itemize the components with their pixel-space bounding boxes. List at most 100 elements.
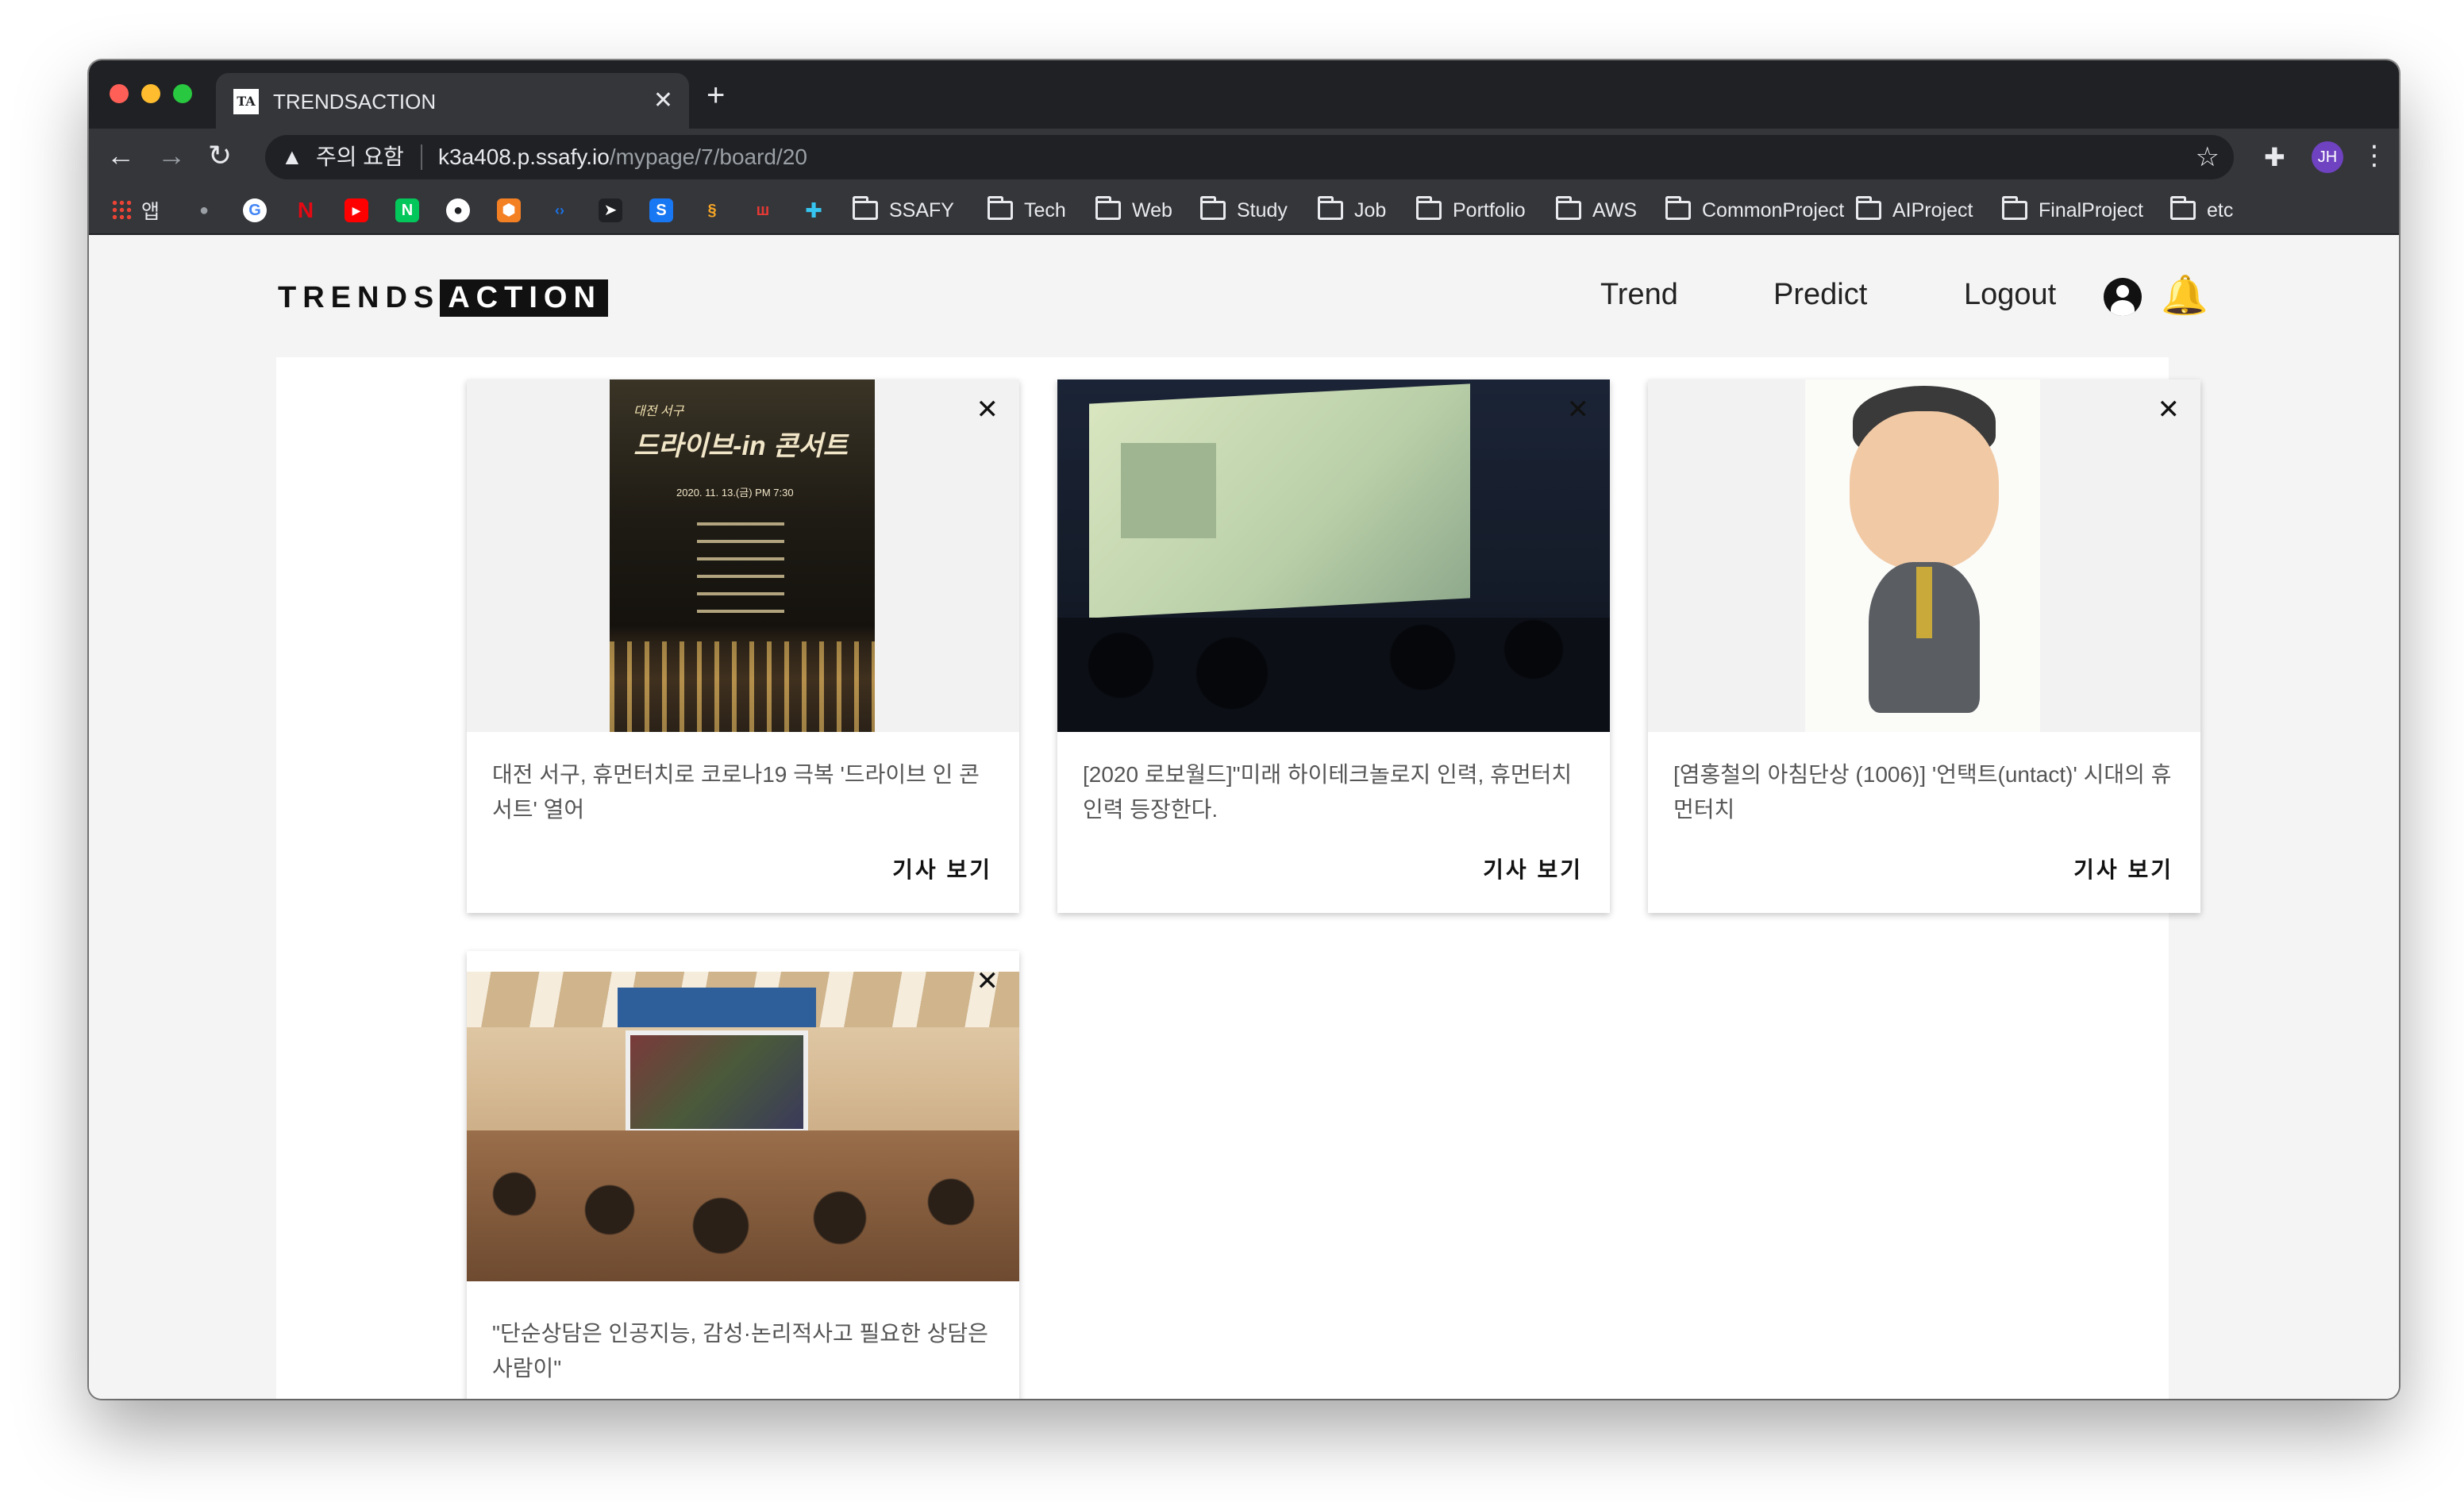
article-thumbnail[interactable]: [1057, 379, 1610, 732]
user-account-icon[interactable]: [2104, 278, 2142, 316]
bookmark-folder-finalproject[interactable]: FinalProject: [2002, 196, 2143, 224]
remove-article-icon[interactable]: ✕: [976, 965, 999, 997]
bookmark-naver[interactable]: N: [395, 197, 419, 224]
folder-icon: [1856, 196, 1881, 220]
security-warning-label[interactable]: 주의 요함: [316, 143, 404, 171]
tab-strip: TA TRENDSACTION ✕ +: [89, 60, 2399, 129]
poster-car-lights: [610, 641, 875, 732]
bookmark-folder-aiproject[interactable]: AIProject: [1856, 196, 1973, 224]
notification-bell-icon[interactable]: 🔔: [2161, 275, 2208, 318]
nav-logout-link[interactable]: Logout: [1964, 275, 2056, 314]
apps-label: 앱: [141, 201, 160, 223]
bookmarks-bar: 앱 ● G N ▶ N ● ⬢ ‹› ➤ S § ш ✚ SSAFY Tech …: [89, 186, 2399, 235]
article-thumbnail[interactable]: 대전 서구 드라이브-in 콘서트 2020. 11. 13.(금) PM 7:…: [467, 379, 1019, 732]
url-path: /mypage/7/board/20: [609, 144, 807, 169]
forward-arrow-icon[interactable]: →: [157, 140, 186, 171]
view-article-link[interactable]: 기사 보기: [1483, 853, 1583, 884]
bookmark-folder-portfolio[interactable]: Portfolio: [1416, 196, 1526, 224]
slide-content: [1121, 443, 1216, 538]
browser-window: TA TRENDSACTION ✕ + ← → ↻ ▲ 주의 요함 k3a408…: [89, 60, 2399, 1399]
remove-article-icon[interactable]: ✕: [1567, 394, 1590, 426]
bookmark-google[interactable]: G: [243, 197, 267, 224]
article-thumbnail[interactable]: [1648, 379, 2200, 732]
board-container: 대전 서구 드라이브-in 콘서트 2020. 11. 13.(금) PM 7:…: [276, 357, 2200, 1399]
bookmark-code[interactable]: ‹›: [548, 197, 572, 224]
bookmark-star-icon[interactable]: ☆: [2196, 141, 2220, 173]
bookmark-folder-label: Portfolio: [1453, 198, 1526, 221]
scribble-icon: ш: [756, 202, 770, 219]
folder-icon: [853, 196, 878, 220]
article-card: ✕ [염홍철의 아침단상 (1006)] '언택트(untact)' 시대의 휴…: [1648, 379, 2200, 913]
github-icon: ●: [446, 198, 470, 222]
code-icon: ‹›: [555, 202, 564, 218]
reload-icon[interactable]: ↻: [208, 140, 232, 171]
extensions-puzzle-icon[interactable]: ✚: [2264, 141, 2285, 173]
folder-icon: [2002, 196, 2027, 220]
remove-article-icon[interactable]: ✕: [976, 394, 999, 426]
netflix-icon: N: [297, 198, 314, 222]
bookmark-folder-etc[interactable]: etc: [2170, 196, 2233, 224]
browser-menu-icon[interactable]: ⋮: [2361, 140, 2388, 171]
back-arrow-icon[interactable]: ←: [106, 140, 135, 171]
remove-article-icon[interactable]: ✕: [2158, 394, 2181, 426]
site-favicon-icon: TA: [233, 89, 259, 114]
article-thumbnail[interactable]: [467, 972, 1019, 1281]
maximize-window-button[interactable]: [173, 84, 192, 103]
caricature-image: [1805, 379, 2040, 732]
audience-silhouettes: [1057, 618, 1610, 732]
bookmark-folder-web[interactable]: Web: [1095, 196, 1172, 224]
bookmark-scribble[interactable]: ш: [751, 197, 775, 224]
bookmark-apps[interactable]: 앱: [111, 197, 160, 224]
close-window-button[interactable]: [110, 84, 129, 103]
banner: [618, 988, 816, 1027]
bookmark-folder-label: Tech: [1024, 198, 1066, 221]
caricature-face: [1850, 411, 1999, 570]
s-logo-icon: S: [649, 198, 673, 222]
article-title: [염홍철의 아침단상 (1006)] '언택트(untact)' 시대의 휴먼터…: [1673, 762, 2172, 822]
address-bar[interactable]: ▲ 주의 요함 k3a408.p.ssafy.io/mypage/7/board…: [265, 135, 2234, 179]
profile-avatar[interactable]: JH: [2312, 141, 2343, 173]
address-separator: [421, 144, 422, 170]
site-logo[interactable]: TRENDS ACTION: [278, 279, 608, 317]
bookmark-swift[interactable]: ➤: [599, 197, 622, 224]
nav-trend-link[interactable]: Trend: [1600, 275, 1678, 314]
seminar-photo-image: [467, 972, 1019, 1281]
folder-icon: [1416, 196, 1442, 220]
bookmark-netflix[interactable]: N: [294, 197, 318, 224]
folder-icon: [1200, 196, 1226, 220]
bookmark-folder-label: Study: [1237, 198, 1288, 221]
bookmark-apple[interactable]: ●: [192, 197, 216, 224]
bookmark-stackshare[interactable]: ⬢: [497, 197, 521, 224]
bookmark-folder-tech[interactable]: Tech: [988, 196, 1066, 224]
url-text[interactable]: k3a408.p.ssafy.io/mypage/7/board/20: [438, 143, 807, 171]
nav-predict-link[interactable]: Predict: [1773, 275, 1867, 314]
bookmark-s[interactable]: S: [649, 197, 673, 224]
hexagon-icon: ⬢: [497, 198, 521, 222]
bookmark-folder-commonproject[interactable]: CommonProject: [1665, 196, 1844, 224]
tab-title: TRENDSACTION: [273, 90, 437, 114]
bookmark-folder-study[interactable]: Study: [1200, 196, 1288, 224]
audience-rows: [467, 1130, 1019, 1281]
bookmark-flame[interactable]: §: [700, 197, 724, 224]
page-viewport: TRENDS ACTION Trend Predict Logout 🔔 대전 서…: [89, 237, 2399, 1399]
view-article-link[interactable]: 기사 보기: [892, 853, 992, 884]
slack-icon: ✚: [805, 198, 822, 222]
naver-icon: N: [395, 198, 419, 222]
bird-icon: ➤: [599, 198, 622, 222]
poster-title: 드라이브-in 콘서트: [633, 431, 848, 461]
bookmark-slack[interactable]: ✚: [802, 197, 826, 224]
minimize-window-button[interactable]: [141, 84, 160, 103]
bookmark-youtube[interactable]: ▶: [345, 197, 368, 224]
bookmark-folder-label: AIProject: [1892, 198, 1973, 221]
active-tab[interactable]: TA TRENDSACTION ✕: [216, 73, 689, 129]
warning-icon[interactable]: ▲: [281, 143, 303, 171]
bookmark-folder-aws[interactable]: AWS: [1556, 196, 1637, 224]
bookmark-folder-job[interactable]: Job: [1318, 196, 1386, 224]
new-tab-button[interactable]: +: [706, 79, 725, 111]
poster-subtitle: 대전 서구: [633, 405, 684, 418]
bookmark-folder-label: FinalProject: [2039, 198, 2143, 221]
bookmark-github[interactable]: ●: [446, 197, 470, 224]
view-article-link[interactable]: 기사 보기: [2073, 853, 2173, 884]
tab-close-icon[interactable]: ✕: [653, 87, 673, 114]
bookmark-folder-ssafy[interactable]: SSAFY: [853, 196, 954, 224]
